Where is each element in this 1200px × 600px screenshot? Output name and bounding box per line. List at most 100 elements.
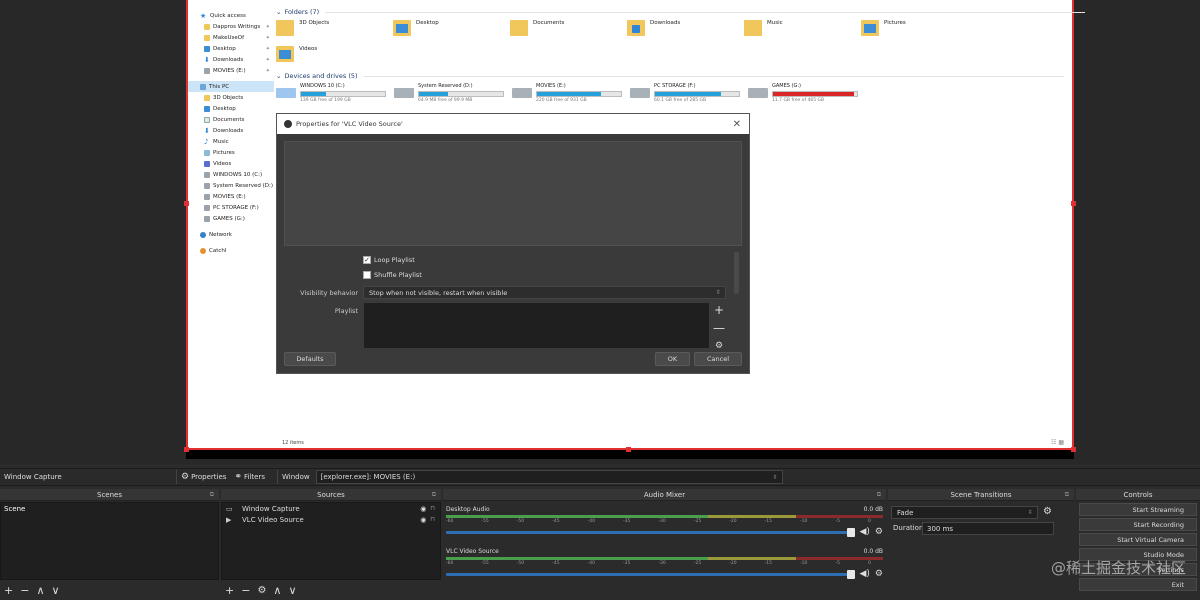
- scene-item[interactable]: Scene: [1, 503, 218, 514]
- nav-item[interactable]: ♪ Music: [188, 136, 274, 147]
- meter-segment: [795, 557, 884, 560]
- folder-item[interactable]: 3D Objects: [276, 20, 329, 36]
- resize-handle-bottom-right[interactable]: [1071, 447, 1076, 452]
- drive-icon: [204, 67, 210, 74]
- nav-item[interactable]: 3D Objects: [188, 92, 274, 103]
- nav-item[interactable]: Dappros Writings ✦: [188, 21, 274, 32]
- meter-tick: -20: [729, 519, 737, 524]
- move-up-icon[interactable]: ∧: [36, 584, 44, 597]
- undock-icon[interactable]: ⧉: [210, 491, 214, 499]
- eye-icon[interactable]: ◉: [420, 505, 426, 513]
- move-down-icon[interactable]: ∨: [52, 584, 60, 597]
- drive-item[interactable]: MOVIES (E:) 220 GB free of 931 GB: [512, 83, 622, 103]
- unchecked-box-icon[interactable]: [363, 271, 371, 279]
- volume-slider[interactable]: [446, 527, 856, 537]
- gear-icon[interactable]: ⚙: [257, 585, 266, 596]
- lock-icon[interactable]: ⊓: [430, 516, 435, 523]
- folder-item[interactable]: Documents: [510, 20, 564, 36]
- dialog-scrollbar[interactable]: [734, 252, 739, 294]
- gear-icon[interactable]: ⚙: [712, 340, 726, 352]
- nav-item[interactable]: GAMES (G:): [188, 213, 274, 224]
- drive-item[interactable]: PC STORAGE (F:) 60.1 GB free of 285 GB: [630, 83, 740, 103]
- nav-item[interactable]: Documents: [188, 114, 274, 125]
- resize-handle-bottom-left[interactable]: [184, 447, 189, 452]
- close-icon[interactable]: ✕: [733, 119, 741, 130]
- source-item[interactable]: ▭ Window Capture ◉ ⊓: [222, 503, 440, 514]
- undock-icon[interactable]: ⧉: [877, 491, 881, 499]
- remove-icon[interactable]: −: [20, 584, 29, 597]
- shuffle-playlist-checkbox[interactable]: Shuffle Playlist: [363, 271, 422, 279]
- nav-item[interactable]: MakeUseOf ✦: [188, 32, 274, 43]
- sources-list[interactable]: ▭ Window Capture ◉ ⊓ ▶ VLC Video Source ◉ ⊓: [221, 502, 441, 580]
- nav-item[interactable]: ★ Quick access: [188, 10, 274, 21]
- nav-item[interactable]: Network: [188, 229, 274, 240]
- meter-tick: -5: [835, 561, 840, 566]
- properties-button[interactable]: ⚙ Properties: [181, 472, 226, 482]
- start-recording-button[interactable]: Start Recording: [1079, 518, 1197, 531]
- playlist-list[interactable]: [363, 302, 710, 349]
- nav-item[interactable]: Pictures: [188, 147, 274, 158]
- filters-button[interactable]: ⚭ Filters: [234, 472, 265, 482]
- exit-button[interactable]: Exit: [1079, 578, 1197, 591]
- folder-icon: [204, 34, 210, 41]
- drive-item[interactable]: GAMES (G:) 11.7 GB free of 465 GB: [748, 83, 858, 103]
- folder-item[interactable]: Downloads: [627, 20, 680, 36]
- drive-item[interactable]: System Reserved (D:) 64.9 MB free of 99.9…: [394, 83, 504, 103]
- ok-button[interactable]: OK: [655, 352, 690, 366]
- loop-playlist-checkbox[interactable]: ✓ Loop Playlist: [363, 256, 415, 264]
- nav-item[interactable]: Desktop: [188, 103, 274, 114]
- view-toggle-icons[interactable]: ☷ ▦: [1051, 439, 1064, 446]
- folder-item[interactable]: Desktop: [393, 20, 439, 36]
- nav-item[interactable]: This PC: [188, 81, 274, 92]
- nav-item[interactable]: Desktop ✦: [188, 43, 274, 54]
- volume-slider[interactable]: [446, 569, 856, 579]
- folder-item[interactable]: Pictures: [861, 20, 906, 36]
- source-item[interactable]: ▶ VLC Video Source ◉ ⊓: [222, 514, 440, 525]
- start-streaming-button[interactable]: Start Streaming: [1079, 503, 1197, 516]
- folder-item[interactable]: Music: [744, 20, 783, 36]
- drive-item[interactable]: WINDOWS 10 (C:) 139 GB free of 199 GB: [276, 83, 386, 103]
- transition-select[interactable]: Fade ⇳: [891, 506, 1038, 519]
- move-down-icon[interactable]: ∨: [288, 584, 296, 597]
- channel-header: VLC Video Source 0.0 dB: [446, 548, 883, 555]
- slider-handle[interactable]: [847, 527, 856, 537]
- add-icon[interactable]: +: [225, 584, 234, 597]
- nav-item[interactable]: PC STORAGE (F:): [188, 202, 274, 213]
- nav-item[interactable]: Videos: [188, 158, 274, 169]
- checkmark-icon[interactable]: ✓: [363, 256, 371, 264]
- gear-icon[interactable]: ⚙: [1043, 506, 1052, 517]
- nav-item[interactable]: ⬇ Downloads ✦: [188, 54, 274, 65]
- add-icon[interactable]: +: [4, 584, 13, 597]
- nav-item[interactable]: System Reserved (D:): [188, 180, 274, 191]
- nav-item[interactable]: WINDOWS 10 (C:): [188, 169, 274, 180]
- visibility-behavior-select[interactable]: Stop when not visible, restart when visi…: [363, 286, 726, 299]
- resize-handle-bottom[interactable]: [626, 447, 631, 452]
- nav-item[interactable]: MOVIES (E:): [188, 191, 274, 202]
- duration-input[interactable]: 300 ms: [922, 522, 1054, 535]
- slider-handle[interactable]: [847, 569, 856, 579]
- remove-icon[interactable]: −: [241, 584, 250, 597]
- scenes-list[interactable]: Scene: [0, 502, 219, 580]
- gear-icon[interactable]: ⚙: [875, 569, 883, 579]
- start-virtual-camera-button[interactable]: Start Virtual Camera: [1079, 533, 1197, 546]
- remove-icon[interactable]: —: [712, 322, 726, 334]
- preview-canvas[interactable]: ★ Quick access Dappros Writings ✦ MakeUseOf ✦…: [0, 0, 1200, 464]
- nav-item[interactable]: CatchI: [188, 245, 274, 256]
- undock-icon[interactable]: ⧉: [432, 491, 436, 499]
- cancel-button[interactable]: Cancel: [694, 352, 742, 366]
- add-icon[interactable]: +: [712, 304, 726, 316]
- nav-item[interactable]: ⬇ Downloads: [188, 125, 274, 136]
- nav-item[interactable]: MOVIES (E:) ✦: [188, 65, 274, 76]
- gear-icon[interactable]: ⚙: [875, 527, 883, 537]
- resize-handle-left[interactable]: [184, 201, 189, 206]
- move-up-icon[interactable]: ∧: [273, 584, 281, 597]
- folder-item[interactable]: Videos: [276, 46, 317, 62]
- resize-handle-right[interactable]: [1071, 201, 1076, 206]
- window-select[interactable]: [explorer.exe]: MOVIES (E:) ⇳: [315, 470, 783, 484]
- eye-icon[interactable]: ◉: [420, 516, 426, 524]
- lock-icon[interactable]: ⊓: [430, 505, 435, 512]
- defaults-button[interactable]: Defaults: [284, 352, 336, 366]
- speaker-icon[interactable]: ◀): [859, 569, 869, 579]
- undock-icon[interactable]: ⧉: [1065, 491, 1069, 499]
- speaker-icon[interactable]: ◀): [859, 527, 869, 537]
